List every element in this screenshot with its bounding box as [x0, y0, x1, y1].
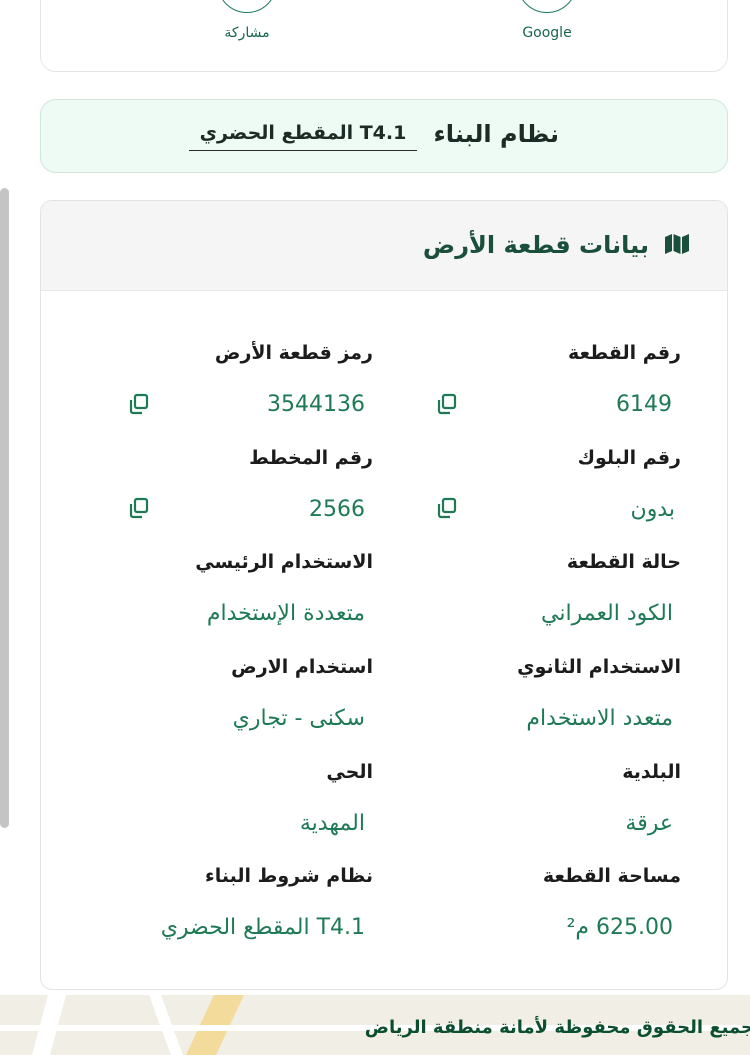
share-label: مشاركة: [224, 25, 270, 41]
copy-icon[interactable]: [127, 496, 151, 520]
land-code-label: رمز قطعة الأرض: [214, 342, 373, 364]
share-card: مشاركة Google: [40, 0, 728, 72]
district-value: المهدية: [299, 811, 365, 836]
area-label: مساحة القطعة: [542, 865, 681, 887]
building-conditions-label: نظام شروط البناء: [205, 865, 373, 887]
main-use-label: الاستخدام الرئيسي: [195, 551, 373, 573]
copy-icon[interactable]: [127, 392, 151, 416]
land-card-title: بيانات قطعة الأرض: [422, 231, 649, 259]
map-icon: [665, 234, 689, 254]
google-label: Google: [522, 25, 572, 41]
plan-number-label: رقم المخطط: [249, 447, 373, 469]
plot-number-value: 6149: [616, 392, 672, 417]
details-panel: مشاركة Google نظام البناء T4.1 المقطع ال…: [0, 0, 750, 995]
block-number-value: بدون: [630, 497, 675, 522]
secondary-use-value: متعدد الاستخدام: [526, 706, 673, 731]
district-label: الحي: [326, 761, 373, 783]
building-system-value[interactable]: T4.1 المقطع الحضري: [189, 122, 417, 151]
land-use-value: سكنى - تجاري: [232, 706, 365, 731]
google-icon[interactable]: [517, 0, 577, 13]
municipality-label: البلدية: [622, 761, 681, 783]
secondary-use-label: الاستخدام الثانوي: [517, 656, 681, 678]
plan-number-value: 2566: [309, 497, 365, 522]
plot-status-value: الكود العمراني: [541, 601, 673, 626]
scrollbar-thumb[interactable]: [0, 188, 9, 828]
land-use-label: استخدام الارض: [231, 656, 373, 678]
plot-number-label: رقم القطعة: [568, 342, 681, 364]
land-data-card: بيانات قطعة الأرض رقم القطعة رمز قطعة ال…: [40, 200, 728, 990]
share-option[interactable]: مشاركة: [187, 0, 307, 41]
copyright-text: جميع الحقوق محفوظة لأمانة منطقة الرياض: [364, 1017, 750, 1038]
share-icon[interactable]: [217, 0, 277, 13]
copy-icon[interactable]: [435, 496, 459, 520]
footer: جميع الحقوق محفوظة لأمانة منطقة الرياض: [0, 995, 750, 1055]
copy-icon[interactable]: [435, 392, 459, 416]
area-value: 625.00 م²: [566, 915, 673, 940]
building-system-title: نظام البناء: [433, 120, 559, 148]
municipality-value: عرقة: [625, 811, 673, 836]
building-system-card: نظام البناء T4.1 المقطع الحضري: [40, 99, 728, 173]
land-code-value: 3544136: [267, 392, 365, 417]
main-use-value: متعددة الإستخدام: [206, 601, 365, 626]
building-conditions-value: T4.1 المقطع الحضري: [160, 915, 365, 940]
land-card-header: بيانات قطعة الأرض: [41, 201, 727, 291]
plot-status-label: حالة القطعة: [566, 551, 681, 573]
block-number-label: رقم البلوك: [577, 447, 681, 469]
google-option[interactable]: Google: [487, 0, 607, 41]
